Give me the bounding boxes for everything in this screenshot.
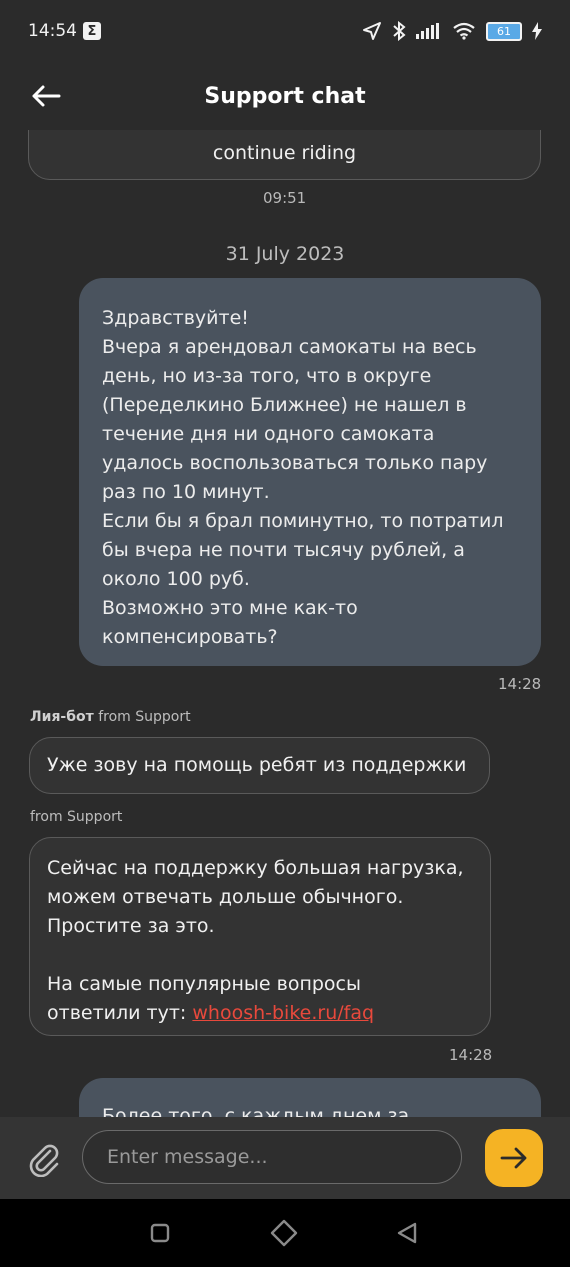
message-line: Здравствуйте! — [102, 307, 249, 329]
message-line: Возможно это мне как-то — [102, 597, 358, 619]
sender-suffix: from Support — [98, 709, 191, 725]
message-line: течение дня ни одного самоката — [102, 423, 435, 445]
message-bubble-outgoing: Здравствуйте! Вчера я арендовал самокаты… — [79, 278, 541, 666]
message-line: Вчера я арендовал самокаты на весь — [102, 336, 477, 358]
sender-label: Лия-бот from Support — [30, 709, 191, 725]
faq-link[interactable]: whoosh-bike.ru/faq — [192, 1002, 374, 1024]
arrow-right-icon — [500, 1147, 527, 1169]
back-button[interactable] — [24, 74, 68, 118]
recents-button[interactable] — [146, 1219, 174, 1247]
status-bar: 14:54 Σ 61 — [0, 0, 570, 62]
message-line: раз по 10 минут. — [102, 481, 270, 503]
message-bubble-incoming: continue riding — [28, 130, 541, 180]
location-arrow-icon — [363, 22, 381, 40]
sender-name: Лия-бот — [30, 709, 94, 725]
chat-header: Support chat — [0, 62, 570, 130]
arrow-left-icon — [32, 85, 61, 107]
message-text: continue riding — [212, 142, 357, 164]
message-line: компенсировать? — [102, 626, 278, 648]
message-time: 14:28 — [498, 675, 542, 693]
attach-button[interactable] — [26, 1141, 62, 1178]
message-text: Уже зову на помощь ребят из поддержки — [47, 754, 467, 776]
message-line: (Переделкино Ближнее) не нашел в — [102, 394, 467, 416]
triangle-back-icon — [397, 1222, 417, 1244]
message-text: ответили тут: — [47, 1002, 193, 1024]
message-bubble-incoming: Сейчас на поддержку большая нагрузка, мо… — [29, 837, 491, 1036]
home-diamond-icon — [270, 1219, 298, 1247]
message-composer: Enter message... — [0, 1117, 570, 1199]
paperclip-icon — [29, 1144, 59, 1178]
battery-icon: 61 — [486, 21, 522, 41]
message-line: На самые популярные вопросы — [47, 973, 362, 995]
message-list[interactable]: continue riding 09:51 31 July 2023 Здрав… — [0, 130, 570, 1117]
message-line: бы вчера не почти тысячу рублей, а — [102, 539, 465, 561]
sigma-notification-icon: Σ — [83, 22, 101, 40]
send-button[interactable] — [485, 1129, 543, 1187]
message-input[interactable]: Enter message... — [82, 1130, 462, 1184]
wifi-icon — [453, 22, 475, 40]
message-line: ответили тут: whoosh-bike.ru/faq — [47, 999, 473, 1028]
page-title: Support chat — [204, 83, 366, 109]
home-button[interactable] — [268, 1217, 300, 1249]
back-nav-button[interactable] — [393, 1219, 421, 1247]
status-time: 14:54 — [28, 21, 77, 41]
message-line: Сейчас на поддержку большая нагрузка, — [47, 857, 464, 879]
message-time: 14:28 — [449, 1046, 493, 1064]
bluetooth-icon — [393, 21, 406, 41]
signal-icon — [416, 23, 439, 39]
square-icon — [150, 1223, 170, 1243]
message-time: 09:51 — [263, 189, 307, 207]
message-line: Более того, с каждым днем за — [102, 1105, 410, 1117]
message-line: Простите за это. — [47, 915, 215, 937]
message-bubble-incoming: Уже зову на помощь ребят из поддержки — [29, 737, 490, 794]
message-bubble-outgoing: Более того, с каждым днем за — [79, 1078, 541, 1117]
message-line: около 100 руб. — [102, 568, 250, 590]
date-divider: 31 July 2023 — [225, 243, 345, 265]
sender-label: from Support — [30, 809, 123, 825]
message-line: можем отвечать дольше обычного. — [47, 886, 404, 908]
message-line: удалось воспользоваться только пару — [102, 452, 488, 474]
charging-bolt-icon — [532, 22, 542, 40]
message-line: день, но из-за того, что в округе — [102, 365, 432, 387]
system-nav-bar — [0, 1199, 570, 1267]
message-line: Если бы я брал поминутно, то потратил — [102, 510, 504, 532]
